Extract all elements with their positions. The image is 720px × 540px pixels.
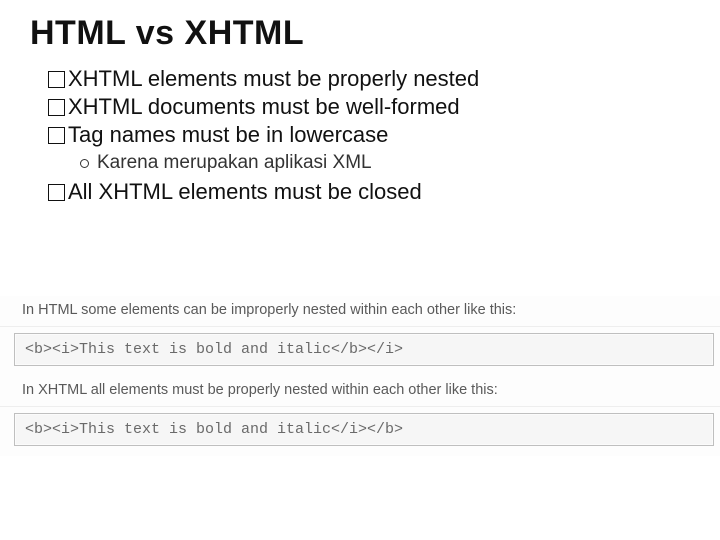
square-bullet-icon — [48, 184, 65, 201]
slide-title: HTML vs XHTML — [30, 14, 700, 53]
sub-bullet-item: Karena merupakan aplikasi XML — [80, 152, 700, 174]
circle-bullet-icon — [80, 159, 89, 168]
bullet-item: Tag names must be in lowercase — [48, 121, 700, 149]
slide: HTML vs XHTML XHTML elements must be pro… — [0, 0, 720, 540]
code-box-2: <b><i>This text is bold and italic</i></… — [14, 413, 714, 446]
bullet-list: XHTML elements must be properly nested X… — [48, 65, 700, 207]
square-bullet-icon — [48, 71, 65, 88]
square-bullet-icon — [48, 127, 65, 144]
bullet-text: Tag names must be in lowercase — [68, 121, 388, 149]
example-caption-1: In HTML some elements can be improperly … — [0, 296, 720, 327]
examples-section: In HTML some elements can be improperly … — [0, 296, 720, 456]
bullet-item: XHTML elements must be properly nested — [48, 65, 700, 93]
bullet-item: All XHTML elements must be closed — [48, 178, 700, 206]
example-caption-2: In XHTML all elements must be properly n… — [0, 376, 720, 407]
sub-bullet-text: Karena merupakan aplikasi XML — [97, 152, 372, 174]
bullet-item: XHTML documents must be well-formed — [48, 93, 700, 121]
bullet-text: All XHTML elements must be closed — [68, 178, 422, 206]
bullet-text: XHTML elements must be properly nested — [68, 65, 479, 93]
square-bullet-icon — [48, 99, 65, 116]
code-box-1: <b><i>This text is bold and italic</b></… — [14, 333, 714, 366]
bullet-text: XHTML documents must be well-formed — [68, 93, 460, 121]
